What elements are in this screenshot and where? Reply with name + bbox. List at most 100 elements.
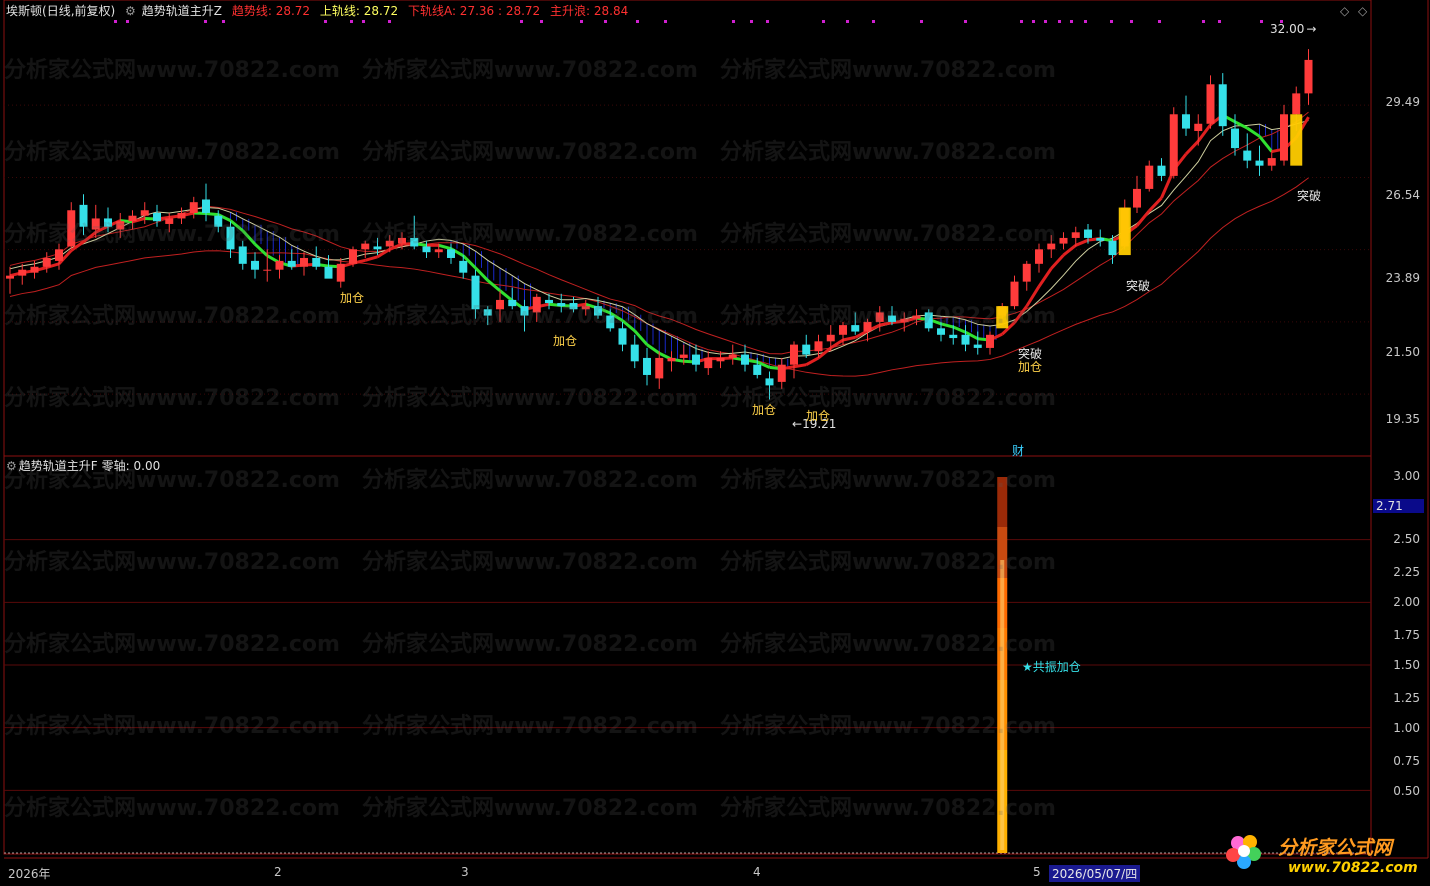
trend-line-value: 趋势线: 28.72 [231, 4, 311, 18]
sub-indicator-name[interactable]: 趋势轨道主升F [19, 459, 98, 473]
trend-line-segment [205, 212, 219, 217]
signal-dot [1158, 20, 1161, 23]
candle-body [704, 357, 713, 369]
sub-y-tick: 1.25 [1393, 691, 1420, 705]
high-price-label: 32.00 → [1270, 22, 1317, 36]
sub-y-tick: 1.50 [1393, 658, 1420, 672]
trend-line-segment [633, 329, 649, 346]
trend-line-segment [646, 343, 661, 355]
signal-dot [732, 20, 735, 23]
trend-line-segment [952, 325, 967, 334]
candle-body [594, 306, 602, 316]
candle-body [91, 218, 100, 230]
signal-dot [1218, 20, 1221, 23]
candle-body [765, 378, 774, 386]
sub-bar-highlight [1000, 560, 1005, 850]
trend-line-segment [1258, 135, 1273, 153]
candle-body [545, 299, 553, 304]
sub-header: ⚙ 趋势轨道主升F 零轴: 0.00 [6, 459, 166, 473]
candle-body [398, 237, 406, 244]
candle-body [618, 328, 627, 345]
signal-dot [520, 20, 523, 23]
candle-body [1108, 240, 1117, 256]
candle-body [802, 344, 811, 355]
logo-text: 分析家公式网 [1278, 837, 1393, 859]
chart-canvas[interactable] [0, 0, 1430, 886]
candle-body [741, 354, 749, 365]
main-header: 埃斯顿(日线,前复权) ⚙ 趋势轨道主升Z 趋势线: 28.72 上轨线: 28.… [6, 4, 634, 18]
signal-dot [664, 20, 667, 23]
logo-url: www.70822.com [1288, 860, 1418, 876]
x-tick: 3 [461, 865, 469, 879]
candle-body [520, 306, 529, 316]
sub-value-tag: 2.71 [1373, 499, 1424, 513]
candle-body [900, 318, 909, 322]
sub-y-tick: 1.75 [1393, 628, 1420, 642]
candle-body [336, 263, 345, 282]
indicator-name[interactable]: 趋势轨道主升Z [142, 4, 222, 18]
candle-body [961, 334, 970, 345]
candle-body [1035, 249, 1043, 264]
candle-body [6, 275, 14, 279]
candle-body [508, 299, 517, 307]
main-wave-value: 主升浪: 28.84 [550, 4, 629, 18]
candle-body [973, 344, 982, 348]
candle-body [263, 269, 272, 271]
middle-band-line [9, 111, 1309, 355]
candle-body [104, 218, 112, 227]
candle-body [1047, 243, 1056, 250]
candle-body [851, 325, 860, 332]
x-tick: 2 [274, 865, 282, 879]
diamond-icon[interactable]: ◇ [1340, 4, 1349, 18]
candle-body [777, 364, 786, 382]
candle-body [606, 315, 615, 329]
trend-line-segment [486, 279, 501, 292]
candle-body [1206, 84, 1215, 124]
stock-name[interactable]: 埃斯顿 [6, 4, 42, 18]
signal-dot [114, 20, 117, 23]
settings-icon[interactable]: ⚙ [6, 459, 17, 473]
candle-body [937, 328, 945, 335]
candle-body [875, 312, 884, 322]
candle-body [679, 354, 688, 358]
signal-dot [1260, 20, 1263, 23]
trend-line-segment [1135, 209, 1151, 227]
trend-line-segment [193, 211, 207, 216]
candle-body [483, 309, 492, 316]
breakout-bar [1290, 114, 1303, 166]
candle-body [655, 357, 664, 379]
trend-line-segment [1013, 305, 1028, 324]
add-position-label: 加仓 [806, 409, 831, 423]
candle-body [1096, 237, 1105, 241]
sub-y-tick: 0.75 [1393, 754, 1420, 768]
candle-body [912, 315, 921, 319]
candle-body [1010, 281, 1019, 307]
candle-body [1267, 158, 1276, 166]
candle-body [153, 212, 161, 222]
candle-body [18, 269, 27, 276]
candle-body [275, 260, 284, 270]
candle-body [349, 249, 357, 264]
signal-dot [1070, 20, 1073, 23]
zero-axis-label: 零轴: 0.00 [101, 459, 161, 473]
candle-body [361, 243, 370, 250]
candle-body [214, 215, 223, 227]
chevron-icon[interactable]: ◇ [1358, 4, 1367, 18]
x-tick: 5 [1033, 865, 1041, 879]
y-tick: 29.49 [1385, 95, 1420, 109]
candle-body [863, 321, 872, 332]
trend-line-segment [438, 243, 452, 251]
candle-body [1304, 59, 1313, 94]
signal-dot [1058, 20, 1061, 23]
lower-band-value: 下轨线A: 27.36 : 28.72 [407, 4, 541, 18]
finance-marker[interactable]: 财 [1012, 442, 1024, 459]
main-grid [4, 104, 1371, 395]
sub-y-tick: 1.00 [1393, 721, 1420, 735]
candle-body [116, 221, 125, 230]
candle-body [79, 204, 88, 227]
candle-body [667, 357, 676, 362]
signal-dot [126, 20, 129, 23]
settings-icon[interactable]: ⚙ [125, 4, 136, 18]
candle-body [1280, 114, 1288, 161]
candle-body [42, 257, 51, 267]
